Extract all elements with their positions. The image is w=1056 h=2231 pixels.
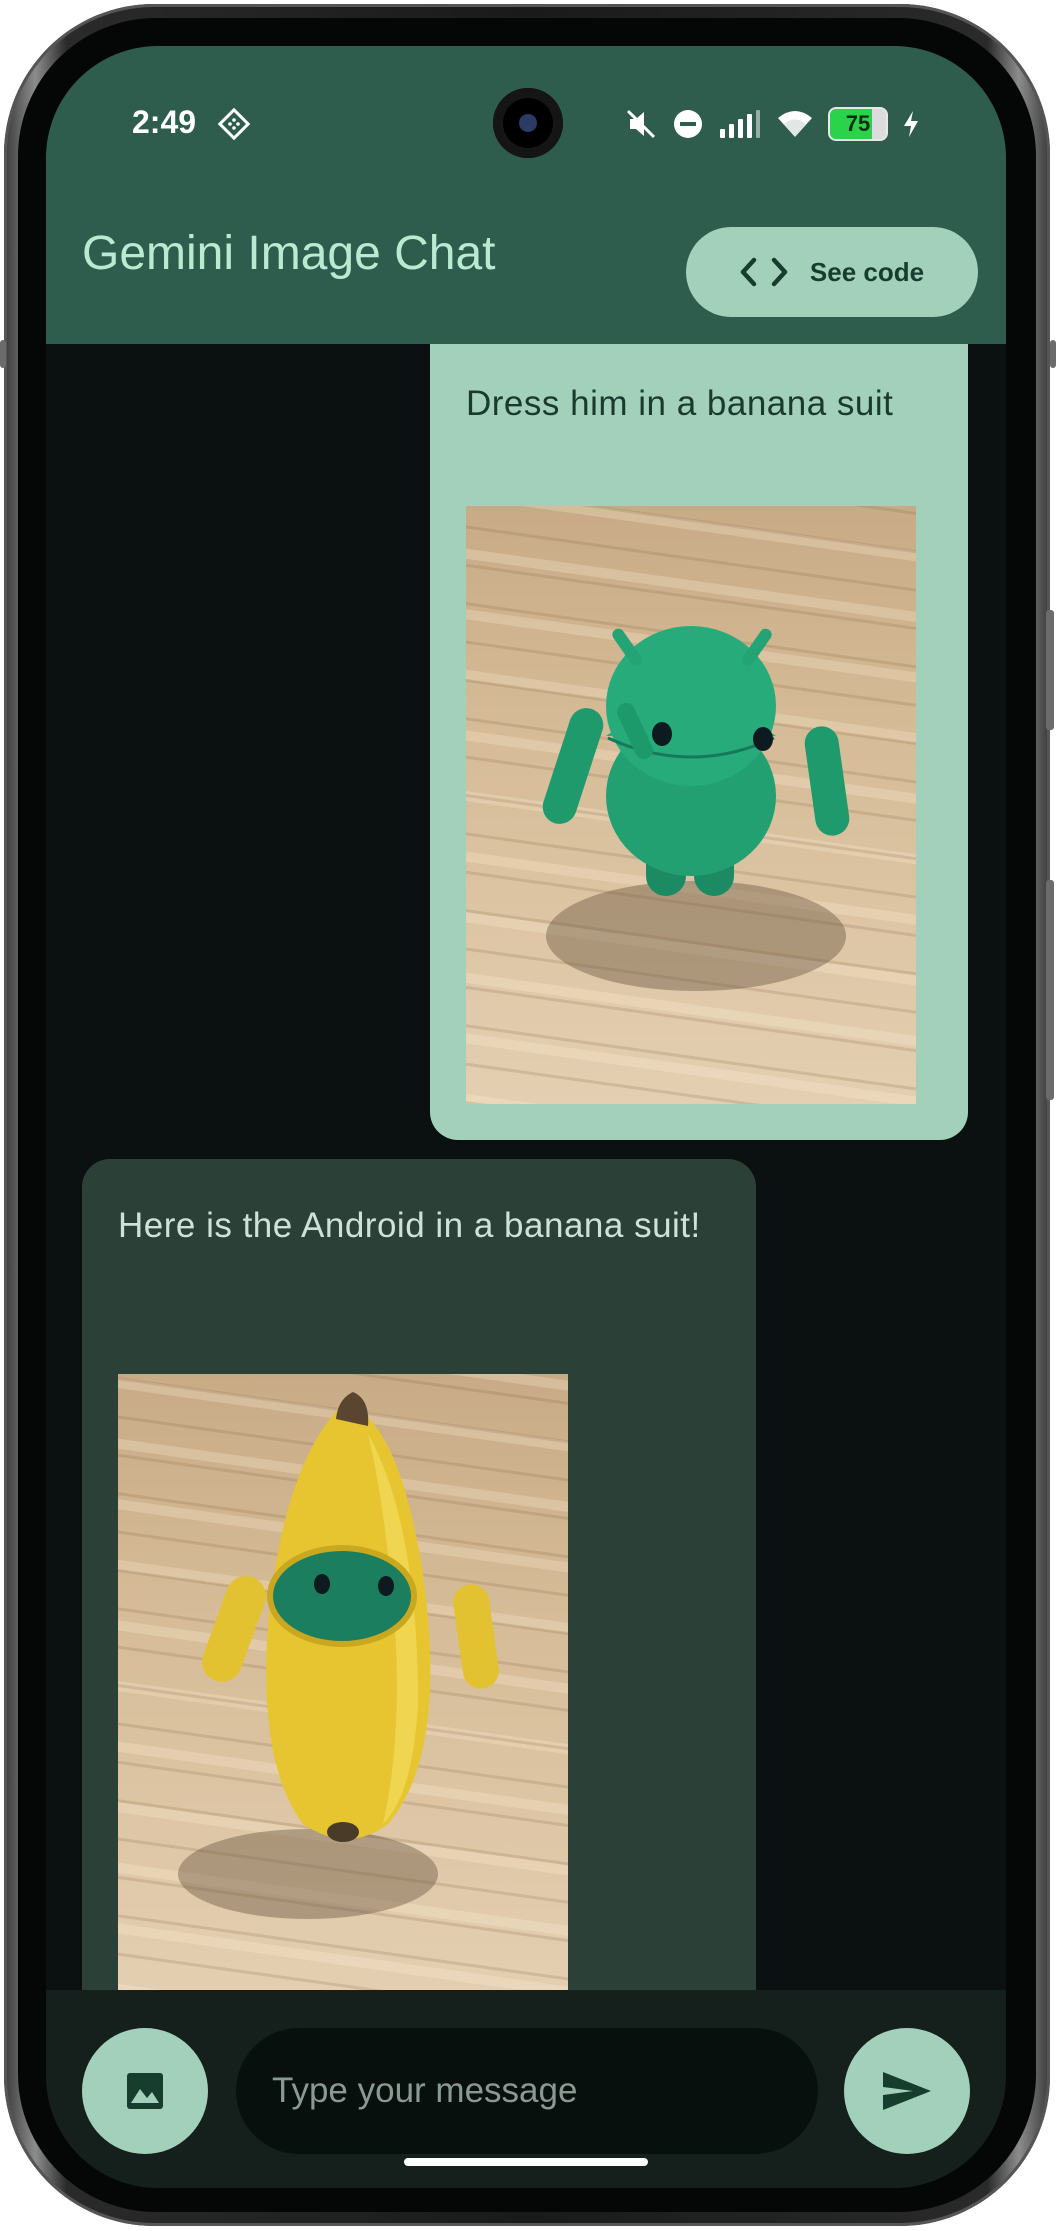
image-icon (127, 2073, 163, 2109)
frame-seam (0, 340, 6, 368)
message-input[interactable] (236, 2028, 818, 2154)
battery-percent: 75 (845, 111, 871, 136)
status-time: 2:49 (132, 104, 197, 140)
composer-bar (46, 1990, 1006, 2188)
app-title: Gemini Image Chat (82, 227, 496, 280)
android-figurine-drawing (542, 626, 850, 991)
do-not-disturb-icon (674, 110, 702, 138)
front-camera (493, 88, 563, 158)
see-code-button[interactable]: See code (686, 227, 978, 317)
user-message-text: Dress him in a banana suit (466, 384, 894, 423)
volume-button (1046, 880, 1054, 1100)
model-message-text: Here is the Android in a banana suit! (118, 1206, 701, 1245)
power-button (1046, 610, 1054, 730)
send-button[interactable] (844, 2028, 970, 2154)
app-screen: 2:49 75 Gemini Image Chat See code Dress… (46, 46, 1006, 2188)
status-icons: 75 (624, 104, 920, 144)
attach-image-button[interactable] (82, 2028, 208, 2154)
diamond-grid-icon (217, 107, 251, 141)
green-android-figurine-photo (466, 506, 916, 1104)
chat-message-list[interactable]: Dress him in a banana suit Here is the A… (46, 344, 1006, 1990)
model-message-bubble: Here is the Android in a banana suit! (82, 1159, 756, 1990)
charging-icon (904, 111, 918, 137)
send-icon (883, 2072, 931, 2110)
see-code-label: See code (809, 256, 925, 287)
battery-icon: 75 (828, 107, 888, 141)
frame-seam (1050, 340, 1056, 368)
banana-suit-figurine-drawing (178, 1392, 499, 1919)
wifi-icon (778, 111, 812, 137)
top-app-bar: 2:49 75 Gemini Image Chat See code (46, 46, 1006, 344)
user-message-bubble: Dress him in a banana suit (430, 344, 968, 1140)
home-indicator[interactable] (404, 2158, 648, 2166)
signal-icon (720, 110, 760, 138)
code-brackets-icon (740, 257, 788, 287)
android-figurine-in-banana-suit-photo (118, 1374, 568, 1990)
mute-icon (626, 109, 656, 139)
